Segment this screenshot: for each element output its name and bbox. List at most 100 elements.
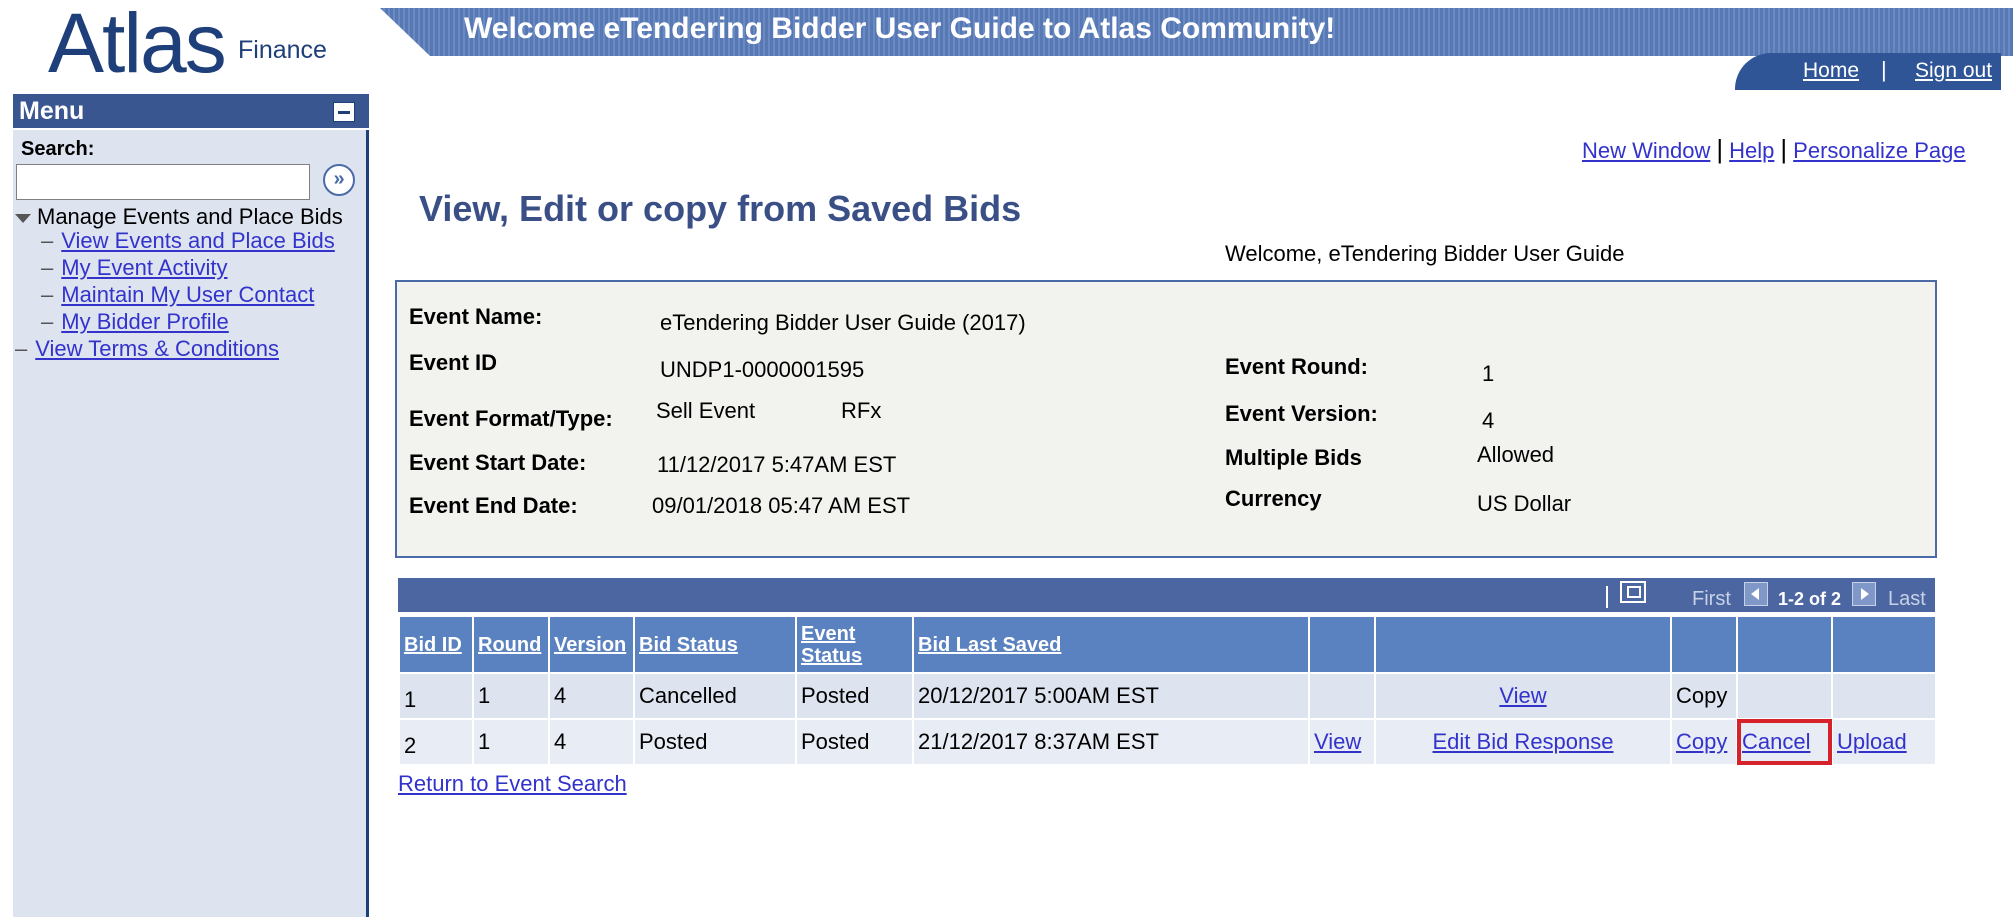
nav-dash: – bbox=[41, 282, 54, 307]
new-window-link[interactable]: New Window bbox=[1582, 138, 1710, 163]
sign-out-link[interactable]: Sign out bbox=[1915, 59, 1992, 83]
row-range: 1-2 of 2 bbox=[1778, 589, 1842, 609]
col-bid-id[interactable]: Bid ID bbox=[398, 615, 474, 674]
view-all-icon[interactable] bbox=[1620, 581, 1646, 603]
col-blank bbox=[1736, 615, 1833, 674]
welcome-banner: Welcome eTendering Bidder User Guide to … bbox=[380, 8, 2013, 56]
menu-header: Menu bbox=[13, 94, 369, 130]
col-blank bbox=[1374, 615, 1672, 674]
multiple-bids-value: Allowed bbox=[1477, 442, 1555, 467]
saved-bids-table: Bid ID Round Version Bid Status Event St… bbox=[398, 615, 1937, 766]
logo-sub-text: Finance bbox=[238, 36, 327, 64]
menu-group-label: Manage Events and Place Bids bbox=[37, 204, 343, 229]
grid-separator bbox=[1606, 586, 1608, 608]
cell-upload: Upload bbox=[1831, 718, 1937, 766]
view-bid-link[interactable]: View bbox=[1314, 729, 1361, 754]
home-link[interactable]: Home bbox=[1803, 59, 1859, 83]
event-type-value: RFx bbox=[841, 398, 882, 423]
top-links-separator: | bbox=[1881, 57, 1887, 82]
cell-bid-id: 1 bbox=[398, 672, 474, 720]
cell-version: 4 bbox=[548, 718, 635, 766]
edit-bid-response-link[interactable]: Edit Bid Response bbox=[1433, 729, 1614, 754]
currency-value: US Dollar bbox=[1477, 491, 1572, 516]
previous-page-icon[interactable] bbox=[1744, 582, 1768, 606]
help-link[interactable]: Help bbox=[1729, 138, 1774, 163]
col-round[interactable]: Round bbox=[472, 615, 550, 674]
col-event-status[interactable]: Event Status bbox=[795, 615, 914, 674]
table-header-row: Bid ID Round Version Bid Status Event St… bbox=[398, 615, 1937, 674]
cell-bid-last-saved: 21/12/2017 8:37AM EST bbox=[912, 718, 1310, 766]
cell-round: 1 bbox=[472, 718, 550, 766]
sidebar-item-maintain-contact: – Maintain My User Contact bbox=[41, 282, 314, 308]
sidebar-menu: Menu Search: » Manage Events and Place B… bbox=[13, 94, 369, 917]
first-page-link[interactable]: First bbox=[1692, 588, 1731, 611]
page-links: New Window | Help | Personalize Page bbox=[1582, 134, 1966, 165]
page-links-separator: | bbox=[1780, 134, 1788, 164]
cell-upload bbox=[1831, 672, 1937, 720]
col-bid-status[interactable]: Bid Status bbox=[633, 615, 797, 674]
sidebar-item-label[interactable]: Maintain My User Contact bbox=[61, 282, 314, 307]
col-blank bbox=[1831, 615, 1937, 674]
col-blank bbox=[1308, 615, 1376, 674]
cell-cancel: Cancel bbox=[1736, 718, 1833, 766]
view-bid-link[interactable]: View bbox=[1499, 683, 1546, 708]
col-blank bbox=[1670, 615, 1738, 674]
table-row: 2 1 4 Posted Posted 21/12/2017 8:37AM ES… bbox=[398, 718, 1937, 766]
sidebar-item-label[interactable]: My Event Activity bbox=[61, 255, 227, 280]
sidebar-item-label[interactable]: View Events and Place Bids bbox=[61, 228, 335, 253]
last-page-link[interactable]: Last bbox=[1888, 588, 1926, 611]
col-bid-last-saved[interactable]: Bid Last Saved bbox=[912, 615, 1310, 674]
top-links-bar: Home | Sign out bbox=[1735, 53, 2001, 90]
sidebar-item-bidder-profile: – My Bidder Profile bbox=[41, 309, 229, 335]
event-id-value: UNDP1-0000001595 bbox=[660, 357, 865, 382]
event-details-panel: Event Name: eTendering Bidder User Guide… bbox=[395, 280, 1937, 558]
event-format-value: Sell Event bbox=[656, 398, 756, 423]
event-start-label: Event Start Date: bbox=[409, 450, 587, 475]
minimize-icon[interactable] bbox=[333, 102, 355, 122]
cell-version: 4 bbox=[548, 672, 635, 720]
nav-dash: – bbox=[15, 336, 28, 361]
cell-copy: Copy bbox=[1670, 718, 1738, 766]
terms-conditions-link[interactable]: View Terms & Conditions bbox=[35, 336, 279, 361]
cell-bid-last-saved: 20/12/2017 5:00AM EST bbox=[912, 672, 1310, 720]
nav-dash: – bbox=[41, 228, 54, 253]
event-id-label: Event ID bbox=[409, 350, 498, 375]
page-title: View, Edit or copy from Saved Bids bbox=[419, 188, 1022, 229]
cell-cancel bbox=[1736, 672, 1833, 720]
expand-triangle-icon bbox=[15, 213, 31, 223]
menu-group-manage-events[interactable]: Manage Events and Place Bids bbox=[15, 204, 343, 230]
cell-view bbox=[1308, 672, 1376, 720]
next-page-icon[interactable] bbox=[1852, 582, 1876, 606]
cell-edit: Edit Bid Response bbox=[1374, 718, 1672, 766]
event-name-label: Event Name: bbox=[409, 304, 543, 329]
cell-bid-status: Posted bbox=[633, 718, 797, 766]
col-version[interactable]: Version bbox=[548, 615, 635, 674]
return-to-event-search-link[interactable]: Return to Event Search bbox=[398, 771, 627, 797]
search-go-icon[interactable]: » bbox=[323, 164, 355, 196]
banner-title: Welcome eTendering Bidder User Guide to … bbox=[464, 12, 1336, 45]
cancel-bid-link[interactable]: Cancel bbox=[1742, 729, 1810, 754]
menu-search-input[interactable] bbox=[16, 164, 310, 200]
logo-main-text: Atlas bbox=[48, 0, 227, 90]
nav-dash: – bbox=[41, 255, 54, 280]
personalize-page-link[interactable]: Personalize Page bbox=[1793, 138, 1965, 163]
sidebar-item-terms: – View Terms & Conditions bbox=[15, 336, 279, 362]
event-start-value: 11/12/2017 5:47AM EST bbox=[657, 452, 897, 477]
cell-bid-status: Cancelled bbox=[633, 672, 797, 720]
cell-event-status: Posted bbox=[795, 672, 914, 720]
upload-bid-link[interactable]: Upload bbox=[1837, 729, 1907, 754]
sidebar-item-view-events: – View Events and Place Bids bbox=[41, 228, 335, 254]
copy-bid-link[interactable]: Copy bbox=[1676, 729, 1727, 754]
event-name-value: eTendering Bidder User Guide (2017) bbox=[660, 310, 1026, 335]
event-end-label: Event End Date: bbox=[409, 493, 578, 518]
event-round-value: 1 bbox=[1482, 361, 1495, 386]
welcome-text: Welcome, eTendering Bidder User Guide bbox=[1225, 241, 1625, 266]
cell-bid-id: 2 bbox=[398, 718, 474, 766]
event-end-value: 09/01/2018 05:47 AM EST bbox=[652, 493, 911, 518]
page-links-separator: | bbox=[1716, 134, 1724, 164]
sidebar-item-label[interactable]: My Bidder Profile bbox=[61, 309, 229, 334]
cell-copy: Copy bbox=[1670, 672, 1738, 720]
table-row: 1 1 4 Cancelled Posted 20/12/2017 5:00AM… bbox=[398, 672, 1937, 720]
cell-round: 1 bbox=[472, 672, 550, 720]
sidebar-item-my-event-activity: – My Event Activity bbox=[41, 255, 228, 281]
